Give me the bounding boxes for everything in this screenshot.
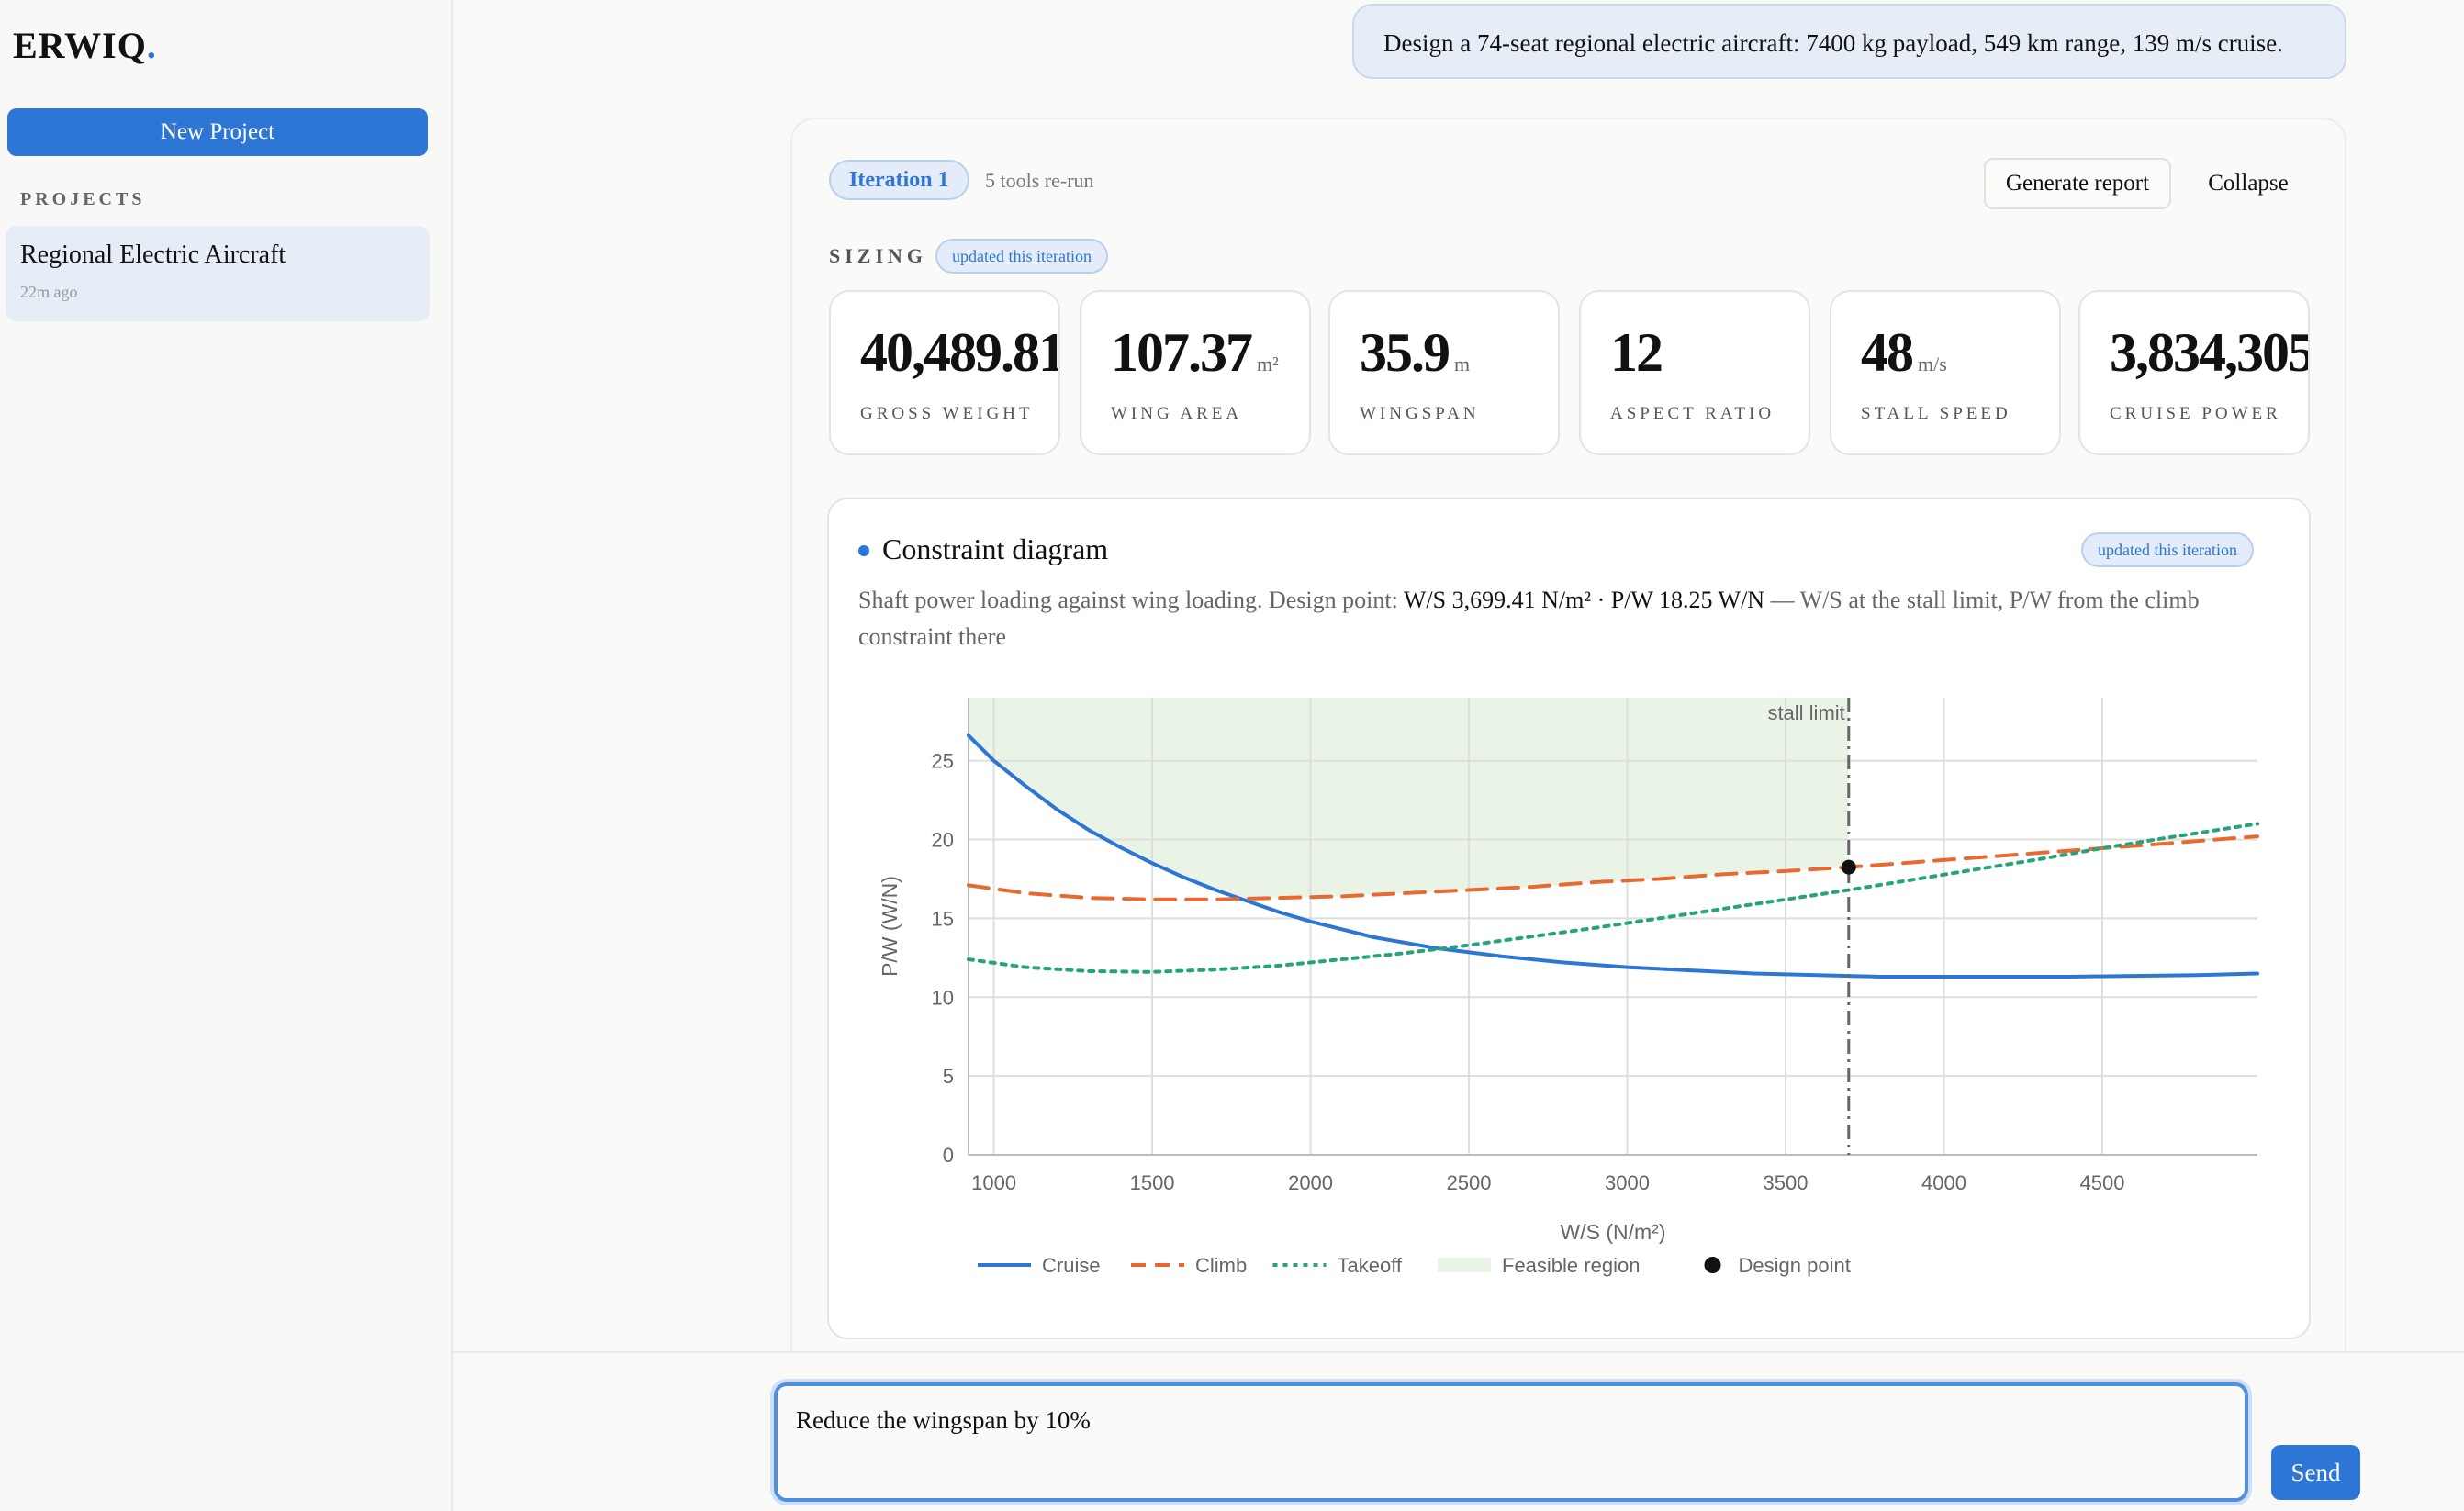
y-tick-label: 25	[932, 750, 954, 773]
metric-unit: m²	[1257, 353, 1279, 375]
metric-label: STALL SPEED	[1861, 404, 2011, 423]
metric-label: ASPECT RATIO	[1610, 404, 1775, 423]
legend-label-design-point: Design point	[1739, 1254, 1851, 1277]
project-name: Regional Electric Aircraft	[20, 241, 286, 269]
metric-gross-weight: 40,489.81 GROSS WEIGHT	[829, 290, 1060, 455]
iteration-badge[interactable]: Iteration 1	[829, 160, 969, 200]
x-tick-label: 2000	[1288, 1171, 1333, 1194]
sizing-updated-badge: updated this iteration	[935, 239, 1108, 274]
metric-label: CRUISE POWER	[2110, 404, 2281, 423]
x-tick-label: 2500	[1447, 1171, 1492, 1194]
x-tick-label: 4500	[2079, 1171, 2124, 1194]
new-project-button[interactable]: New Project	[7, 108, 428, 156]
project-timestamp: 22m ago	[20, 283, 78, 301]
legend-swatch-feasible	[1438, 1258, 1491, 1272]
metric-value: 107.37	[1111, 322, 1253, 383]
legend-label-cruise: Cruise	[1042, 1254, 1101, 1277]
y-tick-label: 0	[943, 1144, 954, 1167]
metric-unit: m/s	[1918, 353, 1947, 375]
metric-stall-speed: 48 m/s STALL SPEED	[1830, 290, 2061, 455]
metric-value: 3,834,305	[2110, 322, 2310, 383]
metric-value: 48	[1861, 322, 1914, 383]
metric-value: 12	[1610, 322, 1663, 383]
metric-wingspan: 35.9 m WINGSPAN	[1328, 290, 1560, 455]
send-button[interactable]: Send	[2271, 1445, 2360, 1500]
tools-rerun-text: 5 tools re-run	[985, 169, 1094, 192]
metric-wing-area: 107.37 m² WING AREA	[1080, 290, 1311, 455]
x-tick-label: 1000	[971, 1171, 1016, 1194]
generate-report-button[interactable]: Generate report	[1984, 158, 2171, 209]
chart-description: Shaft power loading against wing loading…	[858, 587, 2200, 650]
legend-swatch-design-point	[1704, 1257, 1721, 1273]
result-card: Iteration 1 5 tools re-run Generate repo…	[790, 118, 2346, 1403]
y-tick-label: 5	[943, 1065, 954, 1088]
metric-value: 35.9	[1360, 322, 1450, 383]
x-tick-label: 3000	[1605, 1171, 1650, 1194]
y-tick-label: 10	[932, 986, 954, 1009]
collapse-button[interactable]: Collapse	[2193, 158, 2303, 209]
x-tick-label: 3500	[1764, 1171, 1809, 1194]
chart-updated-badge: updated this iteration	[2081, 532, 2254, 567]
design-point-summary: W/S 3,699.41 N/m² · P/W 18.25 W/N	[1403, 587, 1765, 613]
y-tick-label: 15	[932, 907, 954, 930]
metric-cruise-power: 3,834,305 CRUISE POWER	[2078, 290, 2310, 455]
metric-label: WINGSPAN	[1360, 404, 1480, 423]
legend-label-takeoff: Takeoff	[1338, 1254, 1403, 1277]
sizing-heading: SIZING	[829, 244, 928, 267]
stall-limit-label: stall limit	[1767, 701, 1844, 724]
app-logo[interactable]: ERWIQ.	[13, 24, 157, 67]
y-tick-label: 20	[932, 829, 954, 852]
metric-unit: m	[1454, 353, 1471, 375]
title-bullet-icon	[858, 545, 869, 556]
x-axis-label: W/S (N/m²)	[1561, 1220, 1666, 1244]
constraint-diagram-card: 1000 1500 2000 2500 3000 3500 4000 4500 0 5 10 15 20…	[827, 498, 2311, 1339]
user-message-bubble: Design a 74-seat regional electric aircr…	[1352, 4, 2346, 79]
legend-label-feasible: Feasible region	[1502, 1254, 1640, 1277]
metric-label: GROSS WEIGHT	[860, 404, 1034, 423]
metric-aspect-ratio: 12 ASPECT RATIO	[1579, 290, 1810, 455]
projects-heading: PROJECTS	[20, 189, 146, 209]
chat-input[interactable]: Reduce the wingspan by 10%	[774, 1382, 2248, 1502]
metric-value: 40,489.81	[860, 322, 1060, 383]
y-axis-label: P/W (W/N)	[878, 876, 902, 977]
project-item[interactable]: Regional Electric Aircraft 22m ago	[6, 226, 430, 321]
design-point-marker	[1841, 859, 1856, 875]
metric-label: WING AREA	[1111, 404, 1243, 423]
sidebar: ERWIQ. New Project PROJECTS Regional Ele…	[0, 0, 453, 1511]
x-tick-label: 4000	[1921, 1171, 1966, 1194]
x-tick-label: 1500	[1130, 1171, 1175, 1194]
chart-title: Constraint diagram	[882, 532, 1109, 565]
legend-label-climb: Climb	[1195, 1254, 1247, 1277]
